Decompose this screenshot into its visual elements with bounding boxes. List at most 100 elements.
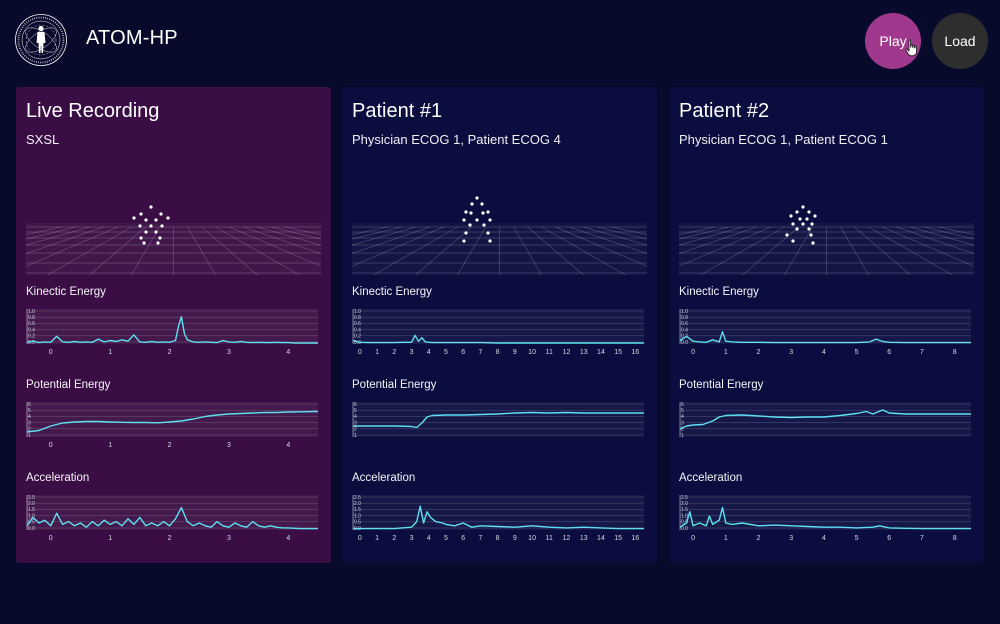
y-tick-label: 0.6 (28, 321, 35, 327)
y-tick-label: 0.0 (681, 526, 688, 532)
x-tick-label: 6 (887, 535, 891, 542)
x-tick-label: 11 (546, 535, 553, 542)
app-logo (15, 14, 67, 66)
x-tick-label: 0 (691, 535, 695, 542)
x-tick-label: 16 (631, 535, 639, 542)
chart-potential-energy: 654321 (679, 402, 971, 439)
x-tick-label: 3 (227, 349, 231, 356)
panel-title: Live Recording (26, 100, 160, 122)
panel-subtitle: Physician ECOG 1, Patient ECOG 1 (679, 132, 888, 147)
y-tick-label: 0.6 (354, 321, 361, 327)
x-tick-label: 15 (614, 349, 622, 356)
chart-title-potential: Potential Energy (352, 379, 437, 391)
y-tick-label: 1.5 (28, 507, 35, 513)
chart-title-kinetic: Kinectic Energy (679, 286, 759, 298)
x-tick-label: 2 (757, 349, 761, 356)
chart-kinetic-energy: 1.00.80.60.40.20.00 1 2 3 4 5 6 7 8 (679, 309, 971, 356)
chart-kinetic-energy: 1.00.80.60.40.20.0 0 1 2 3 4 (26, 309, 318, 356)
y-tick-label: 3 (28, 420, 31, 426)
panel-subtitle: Physician ECOG 1, Patient ECOG 4 (352, 132, 561, 147)
panel-patient-2[interactable]: Patient #2 Physician ECOG 1, Patient ECO… (669, 87, 984, 563)
skeleton-scene (26, 205, 321, 275)
chart-potential-energy: 654321 (352, 402, 644, 439)
x-tick-label: 8 (953, 535, 957, 542)
y-tick-label: 0.0 (681, 340, 688, 346)
hand-cursor-icon (905, 39, 917, 57)
chart-acceleration: 2.52.01.51.00.50.00 1 2 3 4 5 6 7 8 (679, 495, 971, 542)
chart-title-potential: Potential Energy (26, 379, 111, 391)
chart-title-acceleration: Acceleration (26, 472, 90, 484)
x-tick-label: 2 (168, 535, 172, 542)
chart-title-potential: Potential Energy (679, 379, 764, 391)
x-tick-label: 9 (513, 349, 517, 356)
y-tick-label: 4 (681, 414, 684, 420)
x-tick-label: 2 (392, 535, 396, 542)
y-tick-label: 0.0 (28, 340, 35, 346)
x-tick-label: 10 (528, 535, 536, 542)
y-tick-label: 2.0 (354, 501, 361, 507)
x-tick-label: 4 (286, 349, 290, 356)
y-tick-label: 0.8 (681, 315, 688, 321)
y-tick-label: 0.8 (28, 315, 35, 321)
x-tick-label: 6 (887, 349, 891, 356)
y-tick-label: 4 (354, 414, 357, 420)
x-tick-label: 1 (108, 349, 112, 356)
y-tick-label: 1.5 (681, 507, 688, 513)
y-tick-label: 1 (354, 433, 357, 439)
x-tick-label: 7 (478, 535, 482, 542)
y-tick-label: 1.0 (354, 513, 361, 519)
y-tick-label: 1 (28, 433, 31, 439)
x-tick-label: 1 (375, 535, 379, 542)
y-tick-label: 6 (681, 402, 684, 408)
y-tick-label: 2.5 (681, 495, 688, 501)
x-tick-label: 4 (822, 535, 826, 542)
y-tick-label: 0.4 (354, 327, 361, 333)
x-tick-label: 0 (49, 442, 53, 449)
x-tick-label: 0 (49, 535, 53, 542)
panel-live-recording[interactable]: Live Recording SXSL Kinectic Energy 1.0 0… (16, 87, 331, 563)
x-tick-label: 8 (953, 349, 957, 356)
x-tick-label: 3 (789, 349, 793, 356)
skeleton-scene (352, 196, 647, 275)
x-tick-label: 5 (444, 535, 448, 542)
panel-patient-1[interactable]: Patient #1 Physician ECOG 1, Patient ECO… (342, 87, 657, 563)
human-figure-logo-icon (15, 14, 67, 66)
x-tick-label: 3 (789, 535, 793, 542)
x-tick-label: 12 (563, 535, 571, 542)
x-tick-label: 3 (227, 442, 231, 449)
panel-subtitle: SXSL (26, 132, 60, 147)
y-tick-label: 5 (354, 408, 357, 414)
skeleton-scene (679, 205, 974, 275)
x-tick-label: 2 (168, 442, 172, 449)
x-tick-label: 4 (427, 535, 431, 542)
chart-potential-energy: 6543210 1 2 3 4 (26, 402, 319, 449)
x-tick-label: 8 (496, 535, 500, 542)
x-tick-label: 2 (168, 349, 172, 356)
x-tick-label: 4 (822, 349, 826, 356)
x-tick-label: 6 (461, 349, 465, 356)
x-tick-label: 13 (580, 535, 588, 542)
x-tick-label: 5 (855, 349, 859, 356)
y-tick-label: 0.0 (28, 526, 35, 532)
x-tick-label: 7 (920, 535, 924, 542)
y-tick-label: 0.8 (354, 315, 361, 321)
y-tick-label: 2 (354, 427, 357, 433)
x-tick-label: 1 (108, 535, 112, 542)
y-tick-label: 5 (28, 408, 31, 414)
x-tick-label: 1 (724, 349, 728, 356)
x-tick-label: 0 (358, 535, 362, 542)
chart-title-kinetic: Kinectic Energy (352, 286, 432, 298)
chart-acceleration: 2.52.01.51.00.50.00 1 2 3 4 (26, 495, 318, 542)
x-tick-label: 5 (855, 535, 859, 542)
x-tick-label: 14 (597, 535, 605, 542)
y-tick-label: 0.4 (28, 327, 35, 333)
x-tick-label: 15 (614, 535, 622, 542)
x-tick-label: 0 (358, 349, 362, 356)
chart-title-kinetic: Kinectic Energy (26, 286, 106, 298)
x-tick-label: 3 (227, 535, 231, 542)
load-button[interactable]: Load (932, 13, 988, 69)
x-tick-label: 4 (286, 535, 290, 542)
y-tick-label: 1.0 (681, 513, 688, 519)
x-tick-label: 10 (528, 349, 536, 356)
panel-title: Patient #2 (679, 100, 770, 122)
